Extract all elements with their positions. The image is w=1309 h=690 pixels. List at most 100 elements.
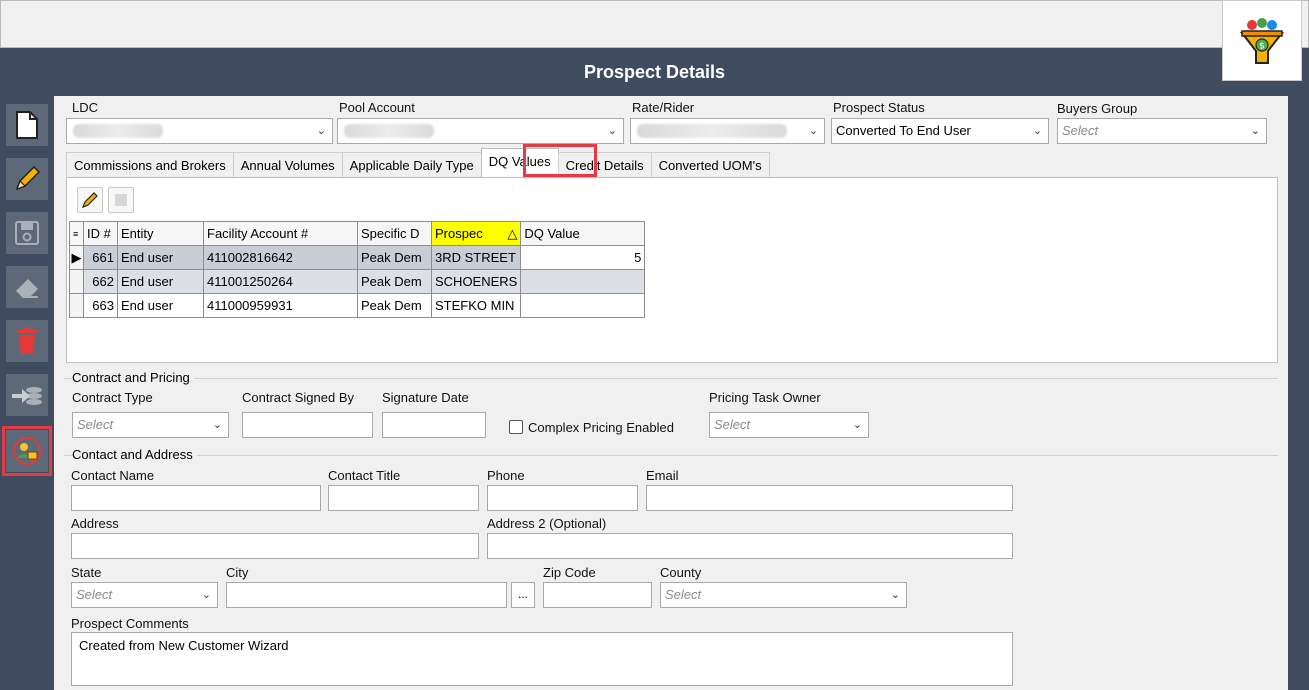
- contract-section-title: Contract and Pricing: [72, 370, 194, 385]
- cell-dq-value[interactable]: [520, 269, 646, 294]
- cell-specific[interactable]: Peak Dem: [357, 245, 432, 270]
- signature-date-label: Signature Date: [382, 390, 469, 405]
- buyers-group-select[interactable]: Select ⌄: [1057, 118, 1267, 144]
- tab-applicable-daily-type[interactable]: Applicable Daily Type: [341, 152, 482, 178]
- cell-id[interactable]: 661: [83, 245, 118, 270]
- prospect-status-value: Converted To End User: [836, 123, 971, 138]
- tab-converted-uom[interactable]: Converted UOM's: [650, 152, 770, 178]
- row-selector-header[interactable]: ≡: [69, 221, 84, 246]
- top-strip: [0, 0, 1309, 48]
- cell-prospect[interactable]: STEFKO MIN: [430, 293, 522, 318]
- grid-save-button[interactable]: [108, 187, 134, 213]
- email-field[interactable]: [646, 485, 1013, 511]
- cell-facility[interactable]: 411001250264: [203, 269, 358, 294]
- state-select[interactable]: Select ⌄: [71, 582, 218, 608]
- new-document-icon: [16, 111, 38, 139]
- complex-pricing-checkbox[interactable]: [509, 420, 523, 434]
- zip-code-field[interactable]: [543, 582, 652, 608]
- table-row[interactable]: 662 End user 411001250264 Peak Dem SCHOE…: [69, 269, 646, 294]
- cell-id[interactable]: 662: [83, 269, 118, 294]
- rate-rider-select[interactable]: ⌄: [630, 118, 825, 144]
- address-field[interactable]: [71, 533, 479, 559]
- buyers-group-label: Buyers Group: [1057, 101, 1138, 116]
- cell-prospect[interactable]: 3RD STREET: [430, 245, 522, 270]
- cell-entity[interactable]: End user: [117, 269, 204, 294]
- row-selector[interactable]: [69, 293, 84, 318]
- prospect-comments-field[interactable]: Created from New Customer Wizard: [71, 632, 1013, 686]
- phone-label: Phone: [487, 468, 525, 483]
- convert-button[interactable]: [6, 374, 48, 416]
- county-placeholder: Select: [665, 587, 702, 602]
- contract-signed-by-label: Contract Signed By: [242, 390, 355, 405]
- dq-values-panel: ≡ ID # Entity Facility Account # Specifi…: [66, 177, 1278, 363]
- cell-dq-value[interactable]: [520, 293, 646, 318]
- column-header-id[interactable]: ID #: [83, 221, 118, 246]
- address2-label: Address 2 (Optional): [487, 516, 607, 531]
- cell-entity[interactable]: End user: [117, 245, 204, 270]
- pool-account-select[interactable]: ⌄: [337, 118, 624, 144]
- new-button[interactable]: [6, 104, 48, 146]
- chevron-down-icon: ⌄: [1250, 125, 1260, 137]
- email-label: Email: [646, 468, 679, 483]
- edit-button[interactable]: [6, 158, 48, 200]
- prospect-status-select[interactable]: Converted To End User ⌄: [831, 118, 1049, 144]
- contract-type-select[interactable]: Select ⌄: [72, 412, 229, 438]
- cell-entity[interactable]: End user: [117, 293, 204, 318]
- cell-facility[interactable]: 411002816642: [203, 245, 358, 270]
- pool-account-label: Pool Account: [339, 100, 415, 115]
- contact-name-field[interactable]: [71, 485, 321, 511]
- column-header-dq-value[interactable]: DQ Value: [520, 221, 646, 246]
- column-header-prospect-label: Prospec: [435, 225, 483, 241]
- contact-name-label: Contact Name: [71, 468, 155, 483]
- pricing-task-owner-select[interactable]: Select ⌄: [709, 412, 869, 438]
- chevron-down-icon: ⌄: [1032, 125, 1042, 137]
- pricing-task-owner-placeholder: Select: [714, 417, 751, 432]
- city-lookup-button[interactable]: ...: [511, 582, 535, 608]
- grid-header-row: ≡ ID # Entity Facility Account # Specifi…: [69, 221, 646, 246]
- pricing-task-owner-label: Pricing Task Owner: [709, 390, 821, 405]
- city-field[interactable]: [226, 582, 507, 608]
- table-row[interactable]: ▶ 661 End user 411002816642 Peak Dem 3RD…: [69, 245, 646, 270]
- funnel-money-icon: $: [1239, 17, 1285, 64]
- ldc-select[interactable]: ⌄: [66, 118, 333, 144]
- signature-date-field[interactable]: [382, 412, 486, 438]
- cell-specific[interactable]: Peak Dem: [357, 293, 432, 318]
- prospect-status-label: Prospect Status: [833, 100, 925, 115]
- cell-prospect[interactable]: SCHOENERS: [430, 269, 522, 294]
- column-header-prospect[interactable]: Prospec △: [430, 221, 522, 246]
- clear-button[interactable]: [6, 266, 48, 308]
- rate-rider-label: Rate/Rider: [632, 100, 695, 115]
- table-row[interactable]: 663 End user 411000959931 Peak Dem STEFK…: [69, 293, 646, 318]
- grid-edit-button[interactable]: [77, 187, 103, 213]
- delete-button[interactable]: [6, 320, 48, 362]
- convert-arrow-icon: [12, 387, 42, 405]
- contract-type-placeholder: Select: [77, 417, 114, 432]
- contact-title-field[interactable]: [328, 485, 479, 511]
- contract-signed-by-field[interactable]: [242, 412, 373, 438]
- cell-facility[interactable]: 411000959931: [203, 293, 358, 318]
- sort-ascending-icon: △: [507, 225, 518, 241]
- save-disk-icon: [15, 221, 39, 245]
- tab-commissions-brokers[interactable]: Commissions and Brokers: [66, 152, 234, 178]
- pencil-edit-icon: [81, 192, 98, 209]
- toolbar-sidebar: [0, 96, 54, 690]
- section-divider: [64, 455, 1278, 456]
- chevron-down-icon: ⌄: [890, 589, 900, 601]
- save-button[interactable]: [6, 212, 48, 254]
- phone-field[interactable]: [487, 485, 638, 511]
- cell-specific[interactable]: Peak Dem: [357, 269, 432, 294]
- cell-dq-value[interactable]: 5: [520, 245, 646, 270]
- tab-annual-volumes[interactable]: Annual Volumes: [232, 152, 343, 178]
- county-select[interactable]: Select ⌄: [660, 582, 907, 608]
- column-header-entity[interactable]: Entity: [117, 221, 204, 246]
- chevron-down-icon: ⌄: [808, 125, 818, 137]
- address2-field[interactable]: [487, 533, 1013, 559]
- contact-section-title: Contact and Address: [72, 447, 197, 462]
- redacted-value: [344, 124, 434, 138]
- cell-id[interactable]: 663: [83, 293, 118, 318]
- chevron-down-icon: ⌄: [852, 419, 862, 431]
- column-header-specific[interactable]: Specific D: [357, 221, 432, 246]
- row-selector[interactable]: [69, 269, 84, 294]
- prospect-convert-button[interactable]: [2, 426, 52, 476]
- column-header-facility[interactable]: Facility Account #: [203, 221, 358, 246]
